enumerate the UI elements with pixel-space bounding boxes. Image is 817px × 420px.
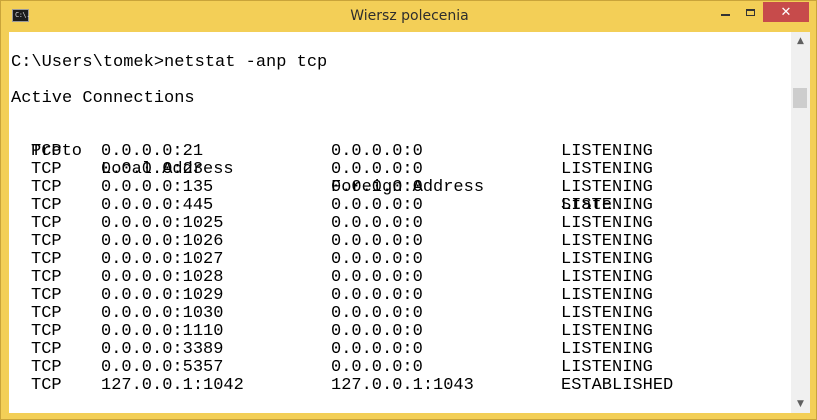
cell-local-address: 0.0.0.0:1028	[101, 268, 224, 287]
cell-local-address: 0.0.0.0:445	[101, 196, 214, 215]
cell-foreign-address: 0.0.0.0:0	[331, 214, 423, 233]
cell-state: LISTENING	[561, 178, 653, 197]
table-row: TCP 0.0.0.0:1110 0.0.0.0:0 LISTENING	[9, 322, 653, 341]
maximize-button[interactable]	[738, 2, 763, 22]
table-row: TCP 0.0.0.0:1029 0.0.0.0:0 LISTENING	[9, 286, 653, 305]
cell-local-address: 0.0.0.0:1030	[101, 304, 224, 323]
cell-foreign-address: 0.0.0.0:0	[331, 304, 423, 323]
table-row: TCP 0.0.0.0:135 0.0.0.0:0 LISTENING	[9, 178, 653, 197]
table-row: TCP 0.0.0.0:1025 0.0.0.0:0 LISTENING	[9, 214, 653, 233]
cell-proto: TCP	[31, 250, 62, 269]
close-icon: ✕	[780, 4, 792, 20]
cell-proto: TCP	[31, 358, 62, 377]
table-header-row: Proto Local Address Foreign Address Stat…	[9, 125, 612, 215]
cell-proto: TCP	[31, 232, 62, 251]
cell-foreign-address: 0.0.0.0:0	[331, 286, 423, 305]
section-title: Active Connections	[11, 89, 195, 108]
scroll-down-arrow-icon[interactable]: ▼	[791, 395, 810, 413]
cell-foreign-address: 0.0.0.0:0	[331, 358, 423, 377]
title-bar[interactable]: C:\. Wiersz polecenia ✕	[1, 1, 817, 32]
cell-state: LISTENING	[561, 322, 653, 341]
cell-state: LISTENING	[561, 286, 653, 305]
maximize-icon	[746, 8, 755, 16]
cell-proto: TCP	[31, 322, 62, 341]
cell-local-address: 0.0.0.0:1029	[101, 286, 224, 305]
cell-local-address: 0.0.0.0:1025	[101, 214, 224, 233]
command-prompt-window: C:\. Wiersz polecenia ✕ C:\Users\tomek>n…	[0, 0, 817, 420]
minimize-icon	[720, 14, 730, 16]
vertical-scrollbar[interactable]: ▲ ▼	[791, 32, 810, 413]
window-title: Wiersz polecenia	[350, 8, 469, 24]
cell-state: ESTABLISHED	[561, 376, 674, 395]
cell-foreign-address: 0.0.0.0:0	[331, 322, 423, 341]
cell-proto: TCP	[31, 196, 62, 215]
cell-state: LISTENING	[561, 268, 653, 287]
table-row: TCP 0.0.0.0:5357 0.0.0.0:0 LISTENING	[9, 358, 653, 377]
cell-foreign-address: 0.0.0.0:0	[331, 142, 423, 161]
cell-state: LISTENING	[561, 340, 653, 359]
cell-foreign-address: 0.0.0.0:0	[331, 268, 423, 287]
table-row: TCP 0.0.0.0:21 0.0.0.0:0 LISTENING	[9, 142, 653, 161]
cell-foreign-address: 0.0.0.0:0	[331, 160, 423, 179]
cell-state: LISTENING	[561, 304, 653, 323]
table-row: TCP 0.0.0.0:1027 0.0.0.0:0 LISTENING	[9, 250, 653, 269]
cell-proto: TCP	[31, 376, 62, 395]
table-row: TCP 127.0.0.1:1042 127.0.0.1:1043 ESTABLISH…	[9, 376, 673, 395]
cell-proto: TCP	[31, 142, 62, 161]
cell-local-address: 127.0.0.1:1042	[101, 376, 244, 395]
connections-table: Proto Local Address Foreign Address Stat…	[9, 125, 673, 395]
table-row: TCP 0.0.0.0:23 0.0.0.0:0 LISTENING	[9, 160, 653, 179]
cell-state: LISTENING	[561, 160, 653, 179]
cell-foreign-address: 0.0.0.0:0	[331, 250, 423, 269]
cell-local-address: 0.0.0.0:3389	[101, 340, 224, 359]
console-output[interactable]: C:\Users\tomek>netstat -anp tcp Active C…	[9, 32, 791, 413]
cell-state: LISTENING	[561, 196, 653, 215]
cell-state: LISTENING	[561, 232, 653, 251]
table-row: TCP 0.0.0.0:445 0.0.0.0:0 LISTENING	[9, 196, 653, 215]
cell-state: LISTENING	[561, 214, 653, 233]
cell-foreign-address: 0.0.0.0:0	[331, 196, 423, 215]
scroll-up-arrow-icon[interactable]: ▲	[791, 32, 810, 50]
table-row: TCP 0.0.0.0:1030 0.0.0.0:0 LISTENING	[9, 304, 653, 323]
minimize-button[interactable]	[712, 2, 738, 22]
cell-foreign-address: 0.0.0.0:0	[331, 340, 423, 359]
table-row: TCP 0.0.0.0:1028 0.0.0.0:0 LISTENING	[9, 268, 653, 287]
cell-local-address: 0.0.0.0:23	[101, 160, 204, 179]
table-row: TCP 0.0.0.0:3389 0.0.0.0:0 LISTENING	[9, 340, 653, 359]
cell-state: LISTENING	[561, 142, 653, 161]
cell-proto: TCP	[31, 268, 62, 287]
cell-proto: TCP	[31, 340, 62, 359]
close-button[interactable]: ✕	[763, 2, 809, 22]
cell-local-address: 0.0.0.0:135	[101, 178, 214, 197]
cell-proto: TCP	[31, 286, 62, 305]
cell-local-address: 0.0.0.0:1026	[101, 232, 224, 251]
cell-proto: TCP	[31, 304, 62, 323]
cell-local-address: 0.0.0.0:5357	[101, 358, 224, 377]
cell-proto: TCP	[31, 214, 62, 233]
cell-state: LISTENING	[561, 250, 653, 269]
cell-local-address: 0.0.0.0:1110	[101, 322, 224, 341]
command-line: C:\Users\tomek>netstat -anp tcp	[11, 53, 328, 72]
cell-proto: TCP	[31, 178, 62, 197]
table-row: TCP 0.0.0.0:1026 0.0.0.0:0 LISTENING	[9, 232, 653, 251]
cell-foreign-address: 127.0.0.1:1043	[331, 376, 474, 395]
cell-state: LISTENING	[561, 358, 653, 377]
cell-foreign-address: 0.0.0.0:0	[331, 232, 423, 251]
cell-local-address: 0.0.0.0:21	[101, 142, 204, 161]
cell-proto: TCP	[31, 160, 62, 179]
cell-local-address: 0.0.0.0:1027	[101, 250, 224, 269]
scroll-thumb[interactable]	[793, 88, 807, 108]
cell-foreign-address: 0.0.0.0:0	[331, 178, 423, 197]
